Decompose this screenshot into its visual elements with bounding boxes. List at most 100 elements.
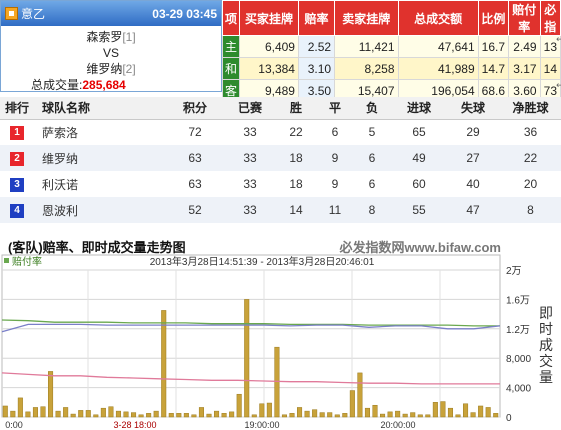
volume-bar	[63, 407, 69, 418]
odds-col-volume: 总成交额	[397, 0, 479, 36]
league-name[interactable]: 意乙	[21, 5, 152, 22]
x-tick-label: 20:00:00	[380, 420, 415, 430]
draw-cell: 11	[318, 197, 352, 223]
odds-rate-cell: 3.10	[297, 57, 336, 80]
won-cell: 14	[274, 197, 318, 223]
odds-payout-cell: 3.17	[508, 57, 541, 80]
volume-bar	[93, 414, 99, 418]
away-team[interactable]: 维罗纳	[86, 62, 122, 76]
volume-bar	[221, 413, 227, 418]
goals-for-cell: 60	[392, 171, 446, 197]
total-volume: 总成交量:285,684	[1, 77, 221, 93]
volume-bar	[440, 401, 446, 418]
stand-col-gd: 净胜球	[500, 97, 561, 120]
home-team[interactable]: 森索罗	[86, 30, 122, 44]
volume-bar	[48, 371, 54, 418]
y-tick-label: 1.6万	[506, 295, 530, 306]
away-rank: [2]	[122, 62, 136, 76]
volume-bar	[10, 410, 16, 418]
volume-bar	[78, 410, 84, 418]
volume-bar	[387, 411, 393, 418]
draw-cell: 9	[318, 145, 352, 171]
volume-bar	[327, 412, 333, 418]
rank-badge: 1	[10, 126, 24, 141]
odds-row: 和 13,384 3.10 8,258 41,989 14.7 3.17 14	[221, 57, 561, 80]
volume-bar	[417, 414, 423, 418]
odds-buy-cell: 6,409	[239, 35, 299, 58]
points-cell: 63	[164, 171, 226, 197]
volume-bar	[236, 393, 242, 418]
volume-bar	[206, 413, 212, 418]
odds-volume-cell: 47,641	[397, 35, 479, 58]
volume-bar	[364, 407, 370, 418]
volume-bar	[198, 407, 204, 418]
team-name[interactable]: 萨索洛	[34, 119, 164, 145]
y-axis-title-char: 成	[539, 338, 553, 354]
goals-for-cell: 49	[392, 145, 446, 171]
points-cell: 72	[164, 119, 226, 145]
y-axis-title-char: 时	[539, 322, 553, 338]
volume-bar	[281, 414, 287, 418]
goals-against-cell: 40	[446, 171, 500, 197]
team-name[interactable]: 恩波利	[34, 197, 164, 223]
volume-bar	[402, 413, 408, 418]
goals-for-cell: 55	[392, 197, 446, 223]
volume-bar	[395, 410, 401, 418]
volume-bar	[274, 346, 280, 418]
odds-sell-cell: 8,258	[334, 57, 399, 80]
volume-bar	[191, 414, 197, 418]
volume-bar	[349, 390, 355, 418]
y-axis-title-char: 量	[539, 370, 553, 386]
team-name[interactable]: 利沃诺	[34, 171, 164, 197]
draw-cell: 9	[318, 171, 352, 197]
volume-bar	[153, 410, 159, 418]
home-rank: [1]	[122, 30, 136, 44]
goals-for-cell: 65	[392, 119, 446, 145]
standings-row: 1 萨索洛 72 33 22 6 5 65 29 36	[0, 119, 561, 145]
standings-row: 4 恩波利 52 33 14 11 8 55 47 8	[0, 197, 561, 223]
match-header: 意乙 03-29 03:45	[1, 1, 221, 26]
volume-bar	[131, 412, 137, 418]
odds-col-buy: 买家挂牌	[239, 0, 299, 36]
y-tick-label: 4,000	[506, 384, 531, 395]
x-tick-label: 3-28 18:00	[113, 420, 156, 430]
points-cell: 63	[164, 145, 226, 171]
match-time: 03-29 03:45	[152, 6, 217, 21]
team-name[interactable]: 维罗纳	[34, 145, 164, 171]
volume-bar	[32, 407, 38, 418]
goal-diff-cell: 36	[500, 119, 561, 145]
volume-bar	[55, 410, 61, 418]
volume-bar	[138, 414, 144, 418]
odds-ratio-cell: 16.7	[477, 35, 510, 58]
x-tick-label: 0:00	[5, 420, 23, 430]
played-cell: 33	[226, 197, 274, 223]
y-tick-label: 2万	[506, 266, 522, 277]
goals-against-cell: 47	[446, 197, 500, 223]
rank-badge: 3	[10, 178, 24, 192]
volume-bar	[161, 310, 167, 418]
x-tick-label: 19:00:00	[244, 420, 279, 430]
volume-bar	[470, 412, 476, 418]
volume-bar	[357, 372, 363, 418]
volume-bar	[108, 406, 114, 418]
odds-buy-cell: 13,384	[239, 57, 299, 80]
y-axis-title-char: 交	[539, 353, 553, 370]
standings-row: 3 利沃诺 63 33 18 9 6 60 40 20	[0, 171, 561, 197]
volume-bar	[297, 407, 303, 418]
volume-bar	[123, 411, 129, 418]
stand-col-points: 积分	[164, 97, 226, 120]
chart-plot-area	[1, 254, 501, 418]
volume-bar	[70, 413, 76, 418]
stand-col-won: 胜	[274, 97, 318, 120]
standings-row: 2 维罗纳 63 33 18 9 6 49 27 22	[0, 145, 561, 171]
volume-bar	[342, 413, 348, 418]
goal-diff-cell: 20	[500, 171, 561, 197]
played-cell: 33	[226, 171, 274, 197]
y-tick-label: 0	[506, 413, 512, 424]
played-cell: 33	[226, 119, 274, 145]
standings-table: 排行 球队名称 积分 已赛 胜 平 负 进球 失球 净胜球 1 萨索洛 72 33 22…	[0, 97, 561, 223]
odds-col-rate: 赔率	[297, 0, 336, 36]
odds-col-sell: 卖家挂牌	[334, 0, 399, 36]
volume-bar	[455, 414, 461, 418]
volume-bar	[176, 413, 182, 418]
